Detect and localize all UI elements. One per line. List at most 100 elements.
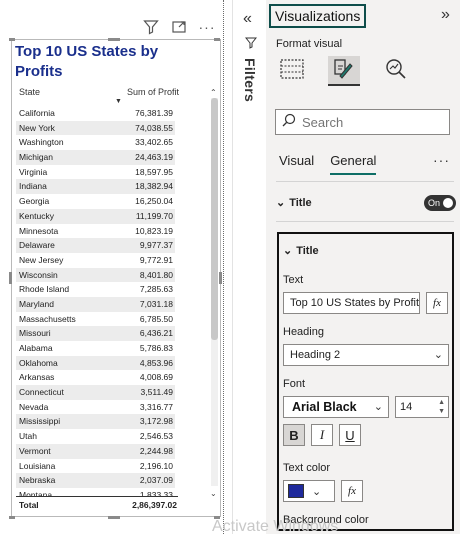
table-row[interactable]: New York 74,038.55: [16, 120, 175, 136]
table-row[interactable]: Vermont 2,244.98: [16, 443, 175, 459]
table-row[interactable]: Oklahoma 4,853.96: [16, 355, 175, 371]
cell-profit: 9,772.91: [139, 254, 173, 265]
cell-profit: 3,172.98: [139, 416, 173, 427]
heading-select[interactable]: Heading 2 ⌄: [283, 344, 449, 366]
cell-profit: 2,037.09: [139, 475, 173, 486]
filters-label[interactable]: Filters: [242, 58, 258, 102]
text-color-fx-button[interactable]: fx: [341, 480, 363, 502]
font-size-input[interactable]: 14 ▲ ▼: [395, 396, 449, 418]
table-row[interactable]: Delaware 9,977.37: [16, 238, 175, 253]
resize-handle-corner-tr[interactable]: [214, 38, 220, 41]
column-header-profit[interactable]: Sum of Profit: [127, 87, 179, 97]
table-row[interactable]: Minnesota 10,823.19: [16, 224, 175, 239]
resize-handle-right[interactable]: [219, 272, 222, 284]
text-color-picker[interactable]: ⌄: [283, 480, 335, 502]
font-family-select[interactable]: Arial Black ⌄: [283, 396, 389, 418]
bold-button[interactable]: B: [283, 424, 305, 446]
table-header: State Sum of Profit: [19, 87, 179, 97]
chevron-down-icon: ⌄: [276, 197, 286, 209]
total-label: Total: [19, 500, 39, 510]
total-divider: [16, 496, 178, 497]
cell-state: Vermont: [19, 445, 51, 456]
table-row[interactable]: Mississippi 3,172.98: [16, 414, 175, 430]
font-label: Font: [283, 378, 306, 390]
tab-visual[interactable]: Visual: [279, 153, 314, 175]
cell-state: California: [19, 108, 55, 118]
cell-profit: 33,402.65: [135, 137, 173, 148]
filter-icon[interactable]: [142, 18, 160, 36]
canvas-boundary: [223, 0, 224, 534]
table-row[interactable]: Missouri 6,436.21: [16, 326, 175, 341]
table-row[interactable]: Massachusetts 6,785.50: [16, 312, 175, 327]
cell-state: Nebraska: [19, 475, 56, 486]
build-visual-tab[interactable]: [276, 56, 308, 86]
expand-pane-icon[interactable]: »: [441, 6, 450, 24]
table-row[interactable]: Utah 2,546.53: [16, 429, 175, 444]
cell-profit: 8,401.80: [139, 269, 173, 280]
font-size-spinner-icon[interactable]: ▲ ▼: [438, 398, 445, 416]
column-header-state[interactable]: State: [19, 87, 40, 97]
table-row[interactable]: Maryland 7,031.18: [16, 296, 175, 312]
text-label: Text: [283, 274, 304, 286]
table-row[interactable]: Michigan 24,463.19: [16, 150, 175, 165]
cell-profit: 24,463.19: [135, 152, 173, 163]
search-input[interactable]: [302, 114, 442, 130]
more-options-icon[interactable]: ···: [433, 152, 450, 168]
table-row[interactable]: Nebraska 2,037.09: [16, 473, 175, 488]
resize-handle-corner-bl[interactable]: [9, 516, 15, 519]
cell-profit: 3,316.77: [139, 401, 173, 412]
scroll-up-icon[interactable]: ⌃: [210, 88, 217, 97]
table-row[interactable]: Washington 33,402.65: [16, 135, 175, 150]
table-row[interactable]: Virginia 18,597.95: [16, 165, 175, 180]
italic-button[interactable]: I: [311, 424, 333, 446]
search-box[interactable]: [275, 109, 450, 135]
title-toggle[interactable]: On: [424, 195, 456, 211]
cell-state: Alabama: [19, 343, 53, 353]
resize-handle-corner-tl[interactable]: [9, 38, 15, 41]
tab-general[interactable]: General: [330, 153, 377, 175]
focus-mode-icon[interactable]: [170, 18, 188, 36]
resize-handle-bottom[interactable]: [108, 516, 120, 519]
cell-state: Massachusetts: [19, 313, 76, 324]
section-divider: [276, 221, 454, 222]
collapse-panes-icon[interactable]: «: [243, 10, 252, 28]
table-row[interactable]: Kentucky 11,199.70: [16, 208, 175, 224]
underline-button[interactable]: U: [339, 424, 361, 446]
analytics-tab[interactable]: [380, 56, 412, 86]
cell-profit: 4,853.96: [139, 357, 173, 368]
chevron-down-icon: ⌄: [433, 349, 443, 361]
scroll-down-icon[interactable]: ⌄: [210, 489, 217, 498]
table-row[interactable]: Georgia 16,250.04: [16, 194, 175, 209]
table-row[interactable]: New Jersey 9,772.91: [16, 253, 175, 268]
text-color-swatch: [288, 484, 304, 498]
cell-profit: 16,250.04: [135, 196, 173, 207]
cell-state: Minnesota: [19, 225, 59, 236]
chevron-down-icon: ⌄: [283, 245, 293, 257]
title-card-header[interactable]: ⌄ Title: [283, 244, 319, 258]
text-fx-button[interactable]: fx: [426, 292, 448, 314]
table-row[interactable]: Louisiana 2,196.10: [16, 459, 175, 474]
cell-profit: 2,244.98: [139, 445, 173, 456]
text-color-label: Text color: [283, 462, 331, 474]
table-row[interactable]: Indiana 18,382.94: [16, 179, 175, 195]
table-row[interactable]: Arkansas 4,008.69: [16, 370, 175, 385]
table-row[interactable]: Rhode Island 7,285.63: [16, 282, 175, 297]
table-visual[interactable]: Top 10 US States by Profits State Sum of…: [11, 39, 221, 517]
scrollbar-thumb[interactable]: [211, 98, 218, 340]
table-row[interactable]: Nevada 3,316.77: [16, 400, 175, 415]
table-row[interactable]: Connecticut 3,511.49: [16, 385, 175, 400]
table-row[interactable]: Wisconsin 8,401.80: [16, 267, 175, 283]
format-visual-tab[interactable]: [328, 56, 360, 86]
table-row[interactable]: Alabama 5,786.83: [16, 341, 175, 356]
cell-state: Utah: [19, 431, 37, 442]
title-section-header[interactable]: ⌄ Title: [276, 196, 312, 210]
title-text-input[interactable]: Top 10 US States by Profits: [283, 292, 420, 314]
resize-handle-top[interactable]: [108, 38, 120, 41]
toggle-knob: [443, 198, 453, 208]
resize-handle-left[interactable]: [9, 272, 12, 284]
table-row[interactable]: California 76,381.39: [16, 106, 175, 121]
table-row[interactable]: Montana 1,833.33: [16, 488, 175, 496]
cell-profit: 9,977.37: [139, 240, 173, 251]
more-options-icon[interactable]: ···: [198, 18, 216, 36]
format-tabs: Visual General: [279, 153, 377, 175]
